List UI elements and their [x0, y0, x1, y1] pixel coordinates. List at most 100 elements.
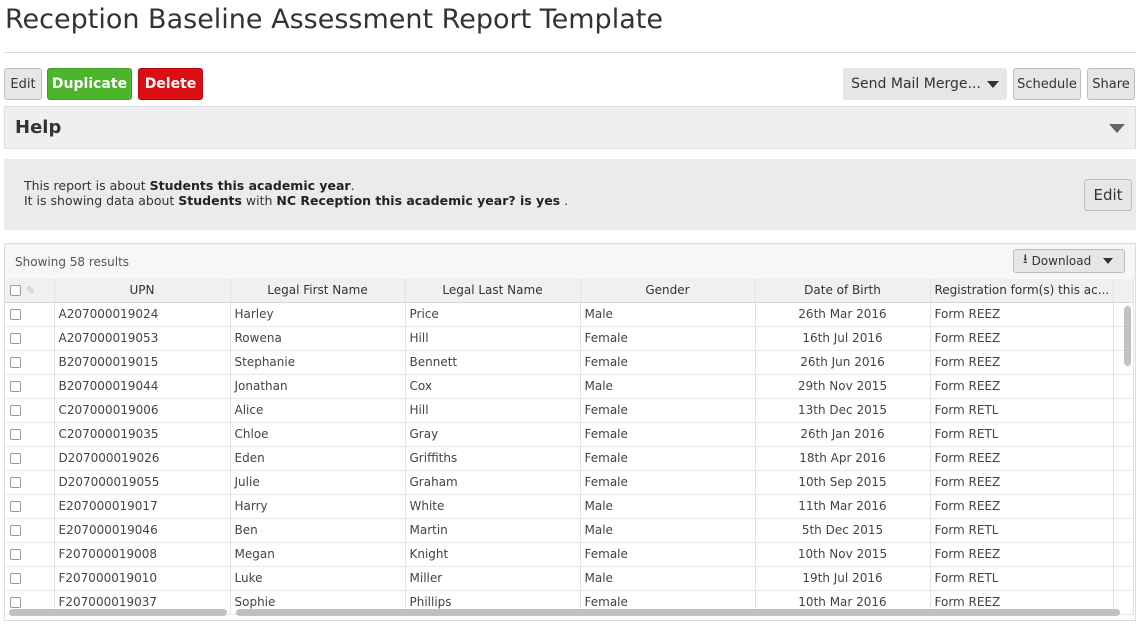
cell-registration: Form REEZ [930, 326, 1115, 351]
cell-first-name: Eden [230, 446, 406, 471]
row-checkbox[interactable] [10, 333, 21, 344]
column-header-last-name[interactable]: Legal Last Name [405, 279, 581, 303]
schedule-button[interactable]: Schedule [1013, 68, 1081, 100]
cell-last-name: Gray [405, 422, 581, 447]
row-select-cell [5, 446, 55, 471]
table-row[interactable]: A207000019053 Rowena Hill Female 16th Jul 20… [5, 326, 1135, 351]
download-icon: ⭳ [1023, 252, 1028, 267]
cell-dob: 26th Jun 2016 [755, 350, 931, 375]
cell-last-name: Hill [405, 398, 581, 423]
row-checkbox[interactable] [10, 381, 21, 392]
edit-button[interactable]: Edit [4, 68, 42, 100]
delete-button[interactable]: Delete [138, 68, 203, 100]
cell-dob: 11th Mar 2016 [755, 494, 931, 519]
cell-last-name: Griffiths [405, 446, 581, 471]
table-row[interactable]: D207000019055 Julie Graham Female 10th Sep 2… [5, 470, 1135, 495]
share-button[interactable]: Share [1087, 68, 1135, 100]
column-header-first-name[interactable]: Legal First Name [230, 279, 406, 303]
row-checkbox[interactable] [10, 501, 21, 512]
cell-first-name: Stephanie [230, 350, 406, 375]
cell-registration: Form REEZ [930, 350, 1115, 375]
chevron-down-icon [986, 80, 999, 88]
select-all-header: ✎ [5, 279, 55, 303]
cell-last-name: Miller [405, 566, 581, 591]
vertical-scrollbar[interactable] [1124, 304, 1131, 604]
cell-first-name: Jonathan [230, 374, 406, 399]
row-select-cell [5, 566, 55, 591]
report-description: This report is about Students this acade… [24, 178, 568, 208]
row-checkbox[interactable] [10, 477, 21, 488]
table-row[interactable]: D207000019026 Eden Griffiths Female 18th Apr… [5, 446, 1135, 471]
cell-last-name: Cox [405, 374, 581, 399]
cell-upn: C207000019006 [54, 398, 231, 423]
select-all-checkbox[interactable] [10, 285, 21, 297]
row-checkbox[interactable] [10, 453, 21, 464]
cell-first-name: Julie [230, 470, 406, 495]
cell-last-name: Bennett [405, 350, 581, 375]
horizontal-scrollbar-frozen[interactable] [9, 609, 227, 616]
row-select-cell [5, 422, 55, 447]
cell-dob: 26th Jan 2016 [755, 422, 931, 447]
column-header-spacer [1113, 279, 1135, 303]
row-checkbox[interactable] [10, 549, 21, 560]
grid-toolbar: Showing 58 results ⭳ Download [5, 244, 1135, 279]
row-checkbox[interactable] [10, 597, 21, 608]
cell-first-name: Ben [230, 518, 406, 543]
send-mail-merge-button[interactable]: Send Mail Merge... [843, 68, 1007, 100]
row-checkbox[interactable] [10, 309, 21, 320]
table-row[interactable]: C207000019006 Alice Hill Female 13th Dec 201… [5, 398, 1135, 423]
table-row[interactable]: F207000019008 Megan Knight Female 10th Nov 2… [5, 542, 1135, 567]
cell-last-name: Graham [405, 470, 581, 495]
column-header-gender[interactable]: Gender [580, 279, 756, 303]
cell-dob: 13th Dec 2015 [755, 398, 931, 423]
column-header-upn[interactable]: UPN [54, 279, 231, 303]
results-count: Showing 58 results [15, 255, 130, 269]
cell-first-name: Chloe [230, 422, 406, 447]
cell-dob: 10th Nov 2015 [755, 542, 931, 567]
cell-registration: Form REEZ [930, 542, 1115, 567]
row-checkbox[interactable] [10, 573, 21, 584]
cell-gender: Male [580, 374, 756, 399]
vertical-scrollbar-thumb[interactable] [1124, 306, 1131, 366]
table-row[interactable]: A207000019024 Harley Price Male 26th Mar 201… [5, 302, 1135, 327]
download-button[interactable]: ⭳ Download [1013, 249, 1125, 273]
cell-first-name: Megan [230, 542, 406, 567]
table-row[interactable]: C207000019035 Chloe Gray Female 26th Jan 201… [5, 422, 1135, 447]
cell-last-name: Hill [405, 326, 581, 351]
description-text: . [560, 193, 569, 208]
cell-gender: Female [580, 422, 756, 447]
table-row[interactable]: E207000019017 Harry White Male 11th Mar 2016… [5, 494, 1135, 519]
cell-last-name: Martin [405, 518, 581, 543]
table-row[interactable]: F207000019010 Luke Miller Male 19th Jul 2016… [5, 566, 1135, 591]
duplicate-button[interactable]: Duplicate [47, 68, 132, 100]
row-checkbox[interactable] [10, 357, 21, 368]
horizontal-scrollbar[interactable] [236, 609, 1120, 616]
cell-upn: F207000019010 [54, 566, 231, 591]
cell-dob: 19th Jul 2016 [755, 566, 931, 591]
row-select-cell [5, 398, 55, 423]
table-row[interactable]: B207000019044 Jonathan Cox Male 29th Nov 201… [5, 374, 1135, 399]
cell-registration: Form RETL [930, 518, 1115, 543]
edit-criteria-button[interactable]: Edit [1084, 179, 1132, 211]
row-checkbox[interactable] [10, 429, 21, 440]
row-checkbox[interactable] [10, 525, 21, 536]
cell-registration: Form RETL [930, 398, 1115, 423]
download-label: Download [1031, 254, 1092, 268]
results-table: ✎ UPN Legal First Name Legal Last Name G… [5, 279, 1135, 615]
cell-registration: Form RETL [930, 422, 1115, 447]
cell-first-name: Luke [230, 566, 406, 591]
cell-registration: Form REEZ [930, 302, 1115, 327]
chevron-down-icon[interactable] [1109, 124, 1125, 133]
cell-last-name: White [405, 494, 581, 519]
column-header-registration[interactable]: Registration form(s) this ac... [930, 279, 1115, 303]
cell-registration: Form REEZ [930, 374, 1115, 399]
row-select-cell [5, 518, 55, 543]
cell-dob: 29th Nov 2015 [755, 374, 931, 399]
row-checkbox[interactable] [10, 405, 21, 416]
help-panel[interactable]: Help [4, 106, 1136, 149]
table-row[interactable]: B207000019015 Stephanie Bennett Female 26th … [5, 350, 1135, 375]
column-header-dob[interactable]: Date of Birth [755, 279, 931, 303]
table-row[interactable]: E207000019046 Ben Martin Male 5th Dec 2015 Fo… [5, 518, 1135, 543]
cell-dob: 5th Dec 2015 [755, 518, 931, 543]
cell-gender: Female [580, 446, 756, 471]
